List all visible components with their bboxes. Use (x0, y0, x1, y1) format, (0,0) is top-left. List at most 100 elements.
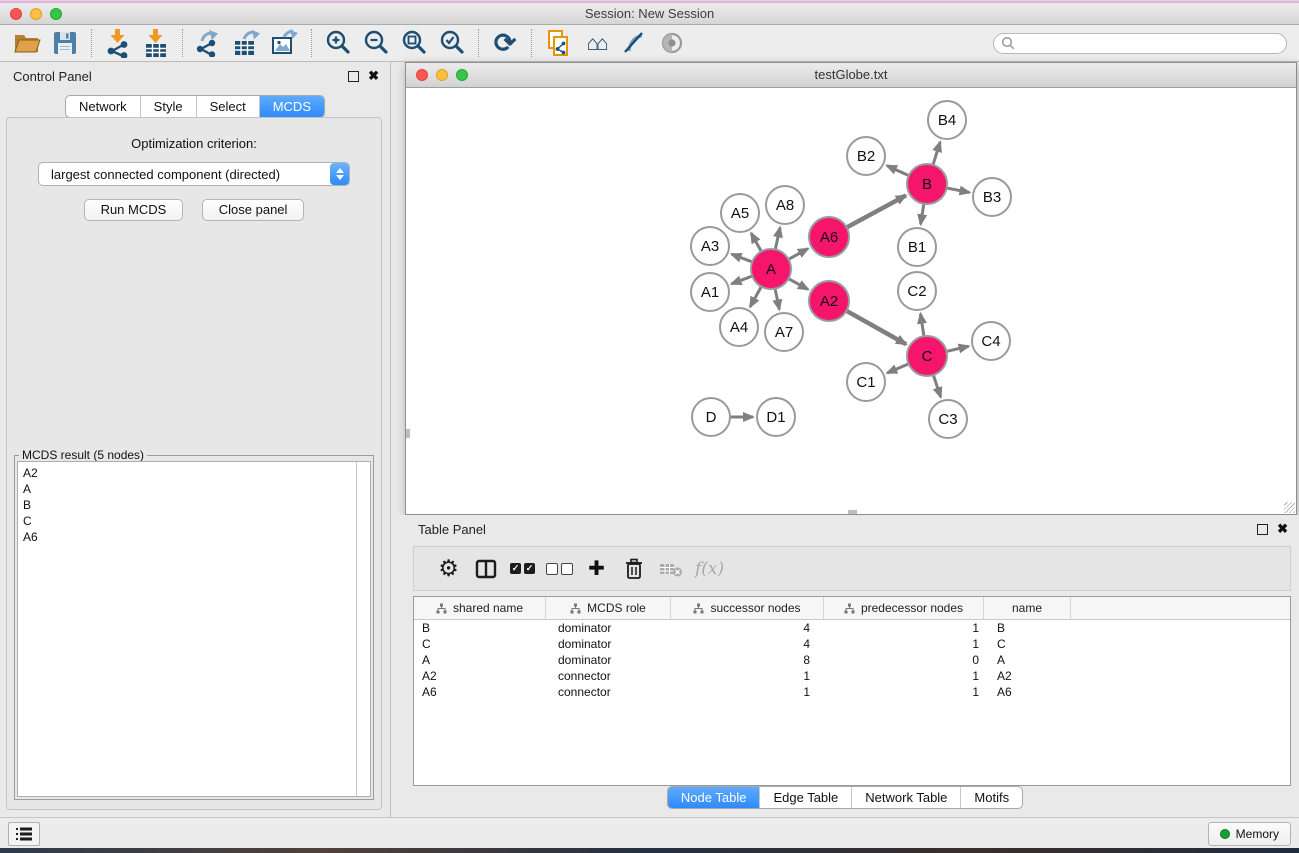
table-cell[interactable]: dominator (546, 652, 671, 668)
graph-node-B4[interactable]: B4 (928, 101, 966, 139)
graph-edge-A-A4[interactable] (750, 287, 761, 307)
graph-node-B1[interactable]: B1 (898, 228, 936, 266)
table-row[interactable]: Adominator80A (414, 652, 1290, 668)
table-cell[interactable]: A6 (414, 684, 546, 700)
graph-edge-A6-B[interactable] (847, 195, 906, 227)
graph-node-C4[interactable]: C4 (972, 322, 1010, 360)
export-network-button[interactable] (190, 26, 228, 60)
close-panel-icon[interactable]: ✖ (368, 68, 379, 84)
graph-node-B2[interactable]: B2 (847, 137, 885, 175)
zoom-selected-button[interactable] (433, 26, 471, 60)
graph-edge-C-C2[interactable] (920, 314, 923, 337)
graph-node-A1[interactable]: A1 (691, 273, 729, 311)
select-all-button[interactable]: ✓✓ (504, 563, 541, 574)
network-canvas[interactable]: AA1A2A3A4A5A6A7A8BB1B2B3B4CC1C2C3C4DD1 (406, 88, 1296, 514)
zoom-out-button[interactable] (357, 26, 395, 60)
table-cell[interactable]: dominator (546, 636, 671, 652)
mcds-result-item[interactable]: A6 (23, 529, 351, 545)
table-cell[interactable]: 0 (824, 652, 984, 668)
table-cell[interactable]: 1 (671, 668, 824, 684)
control-tab-select[interactable]: Select (196, 96, 259, 117)
graph-node-C2[interactable]: C2 (898, 272, 936, 310)
minimize-window-icon[interactable] (30, 8, 42, 20)
graph-node-A6[interactable]: A6 (809, 217, 849, 257)
column-header-MCDS-role[interactable]: MCDS role (546, 597, 671, 619)
table-cell[interactable]: 1 (671, 684, 824, 700)
add-row-button[interactable]: ✚ (578, 559, 615, 579)
graph-edge-B-B4[interactable] (933, 142, 940, 165)
column-header-predecessor-nodes[interactable]: predecessor nodes (824, 597, 984, 619)
table-cell[interactable]: dominator (546, 620, 671, 636)
table-row[interactable]: Bdominator41B (414, 620, 1290, 636)
close-window-icon[interactable] (10, 8, 22, 20)
function-builder-button[interactable]: f(x) (695, 559, 724, 579)
new-network-from-selection-button[interactable] (539, 26, 577, 60)
graph-node-A5[interactable]: A5 (721, 194, 759, 232)
control-tab-style[interactable]: Style (140, 96, 196, 117)
table-cell[interactable]: B (414, 620, 546, 636)
export-image-button[interactable] (266, 26, 304, 60)
graph-node-C1[interactable]: C1 (847, 363, 885, 401)
search-box[interactable] (993, 33, 1287, 54)
graph-edge-A-A2[interactable] (789, 279, 808, 290)
show-column-panel-button[interactable] (467, 559, 504, 579)
mcds-result-item[interactable]: B (23, 497, 351, 513)
float-panel-icon[interactable] (1257, 524, 1268, 535)
resize-grip-icon[interactable] (1284, 502, 1295, 513)
titlebar[interactable]: Session: New Session (0, 3, 1299, 25)
table-cell[interactable]: C (414, 636, 546, 652)
network-graph[interactable]: AA1A2A3A4A5A6A7A8BB1B2B3B4CC1C2C3C4DD1 (406, 88, 1296, 514)
graph-edge-A-A6[interactable] (789, 249, 808, 260)
graph-edge-C-C3[interactable] (933, 375, 940, 397)
maximize-window-icon[interactable] (50, 8, 62, 20)
close-panel-icon[interactable]: ✖ (1277, 521, 1288, 537)
graph-node-D1[interactable]: D1 (757, 398, 795, 436)
graph-node-B3[interactable]: B3 (973, 178, 1011, 216)
graph-edge-A2-C[interactable] (846, 311, 906, 344)
table-cell[interactable]: connector (546, 668, 671, 684)
import-network-button[interactable] (99, 26, 137, 60)
graph-node-B[interactable]: B (907, 164, 947, 204)
table-cell[interactable]: 8 (671, 652, 824, 668)
graph-node-A8[interactable]: A8 (766, 186, 804, 224)
table-cell[interactable]: 1 (824, 668, 984, 684)
export-table-button[interactable] (228, 26, 266, 60)
graph-node-C3[interactable]: C3 (929, 400, 967, 438)
table-cell[interactable]: A (984, 652, 1071, 668)
control-tab-mcds[interactable]: MCDS (259, 96, 324, 117)
column-header-shared-name[interactable]: shared name (414, 597, 546, 619)
graph-edge-B-B1[interactable] (921, 204, 924, 225)
optimization-criterion-dropdown[interactable]: largest connected component (directed) (38, 162, 350, 186)
float-panel-icon[interactable] (348, 71, 359, 82)
close-network-icon[interactable] (416, 69, 428, 81)
graph-edge-A-A5[interactable] (751, 233, 761, 251)
deselect-all-button[interactable] (541, 563, 578, 575)
table-tab-node-table[interactable]: Node Table (668, 787, 760, 808)
zoom-fit-button[interactable] (395, 26, 433, 60)
mcds-result-item[interactable]: C (23, 513, 351, 529)
graph-node-A2[interactable]: A2 (809, 281, 849, 321)
graph-node-A4[interactable]: A4 (720, 308, 758, 346)
table-cell[interactable]: 1 (824, 636, 984, 652)
graph-edge-C-C1[interactable] (887, 364, 908, 373)
table-cell[interactable]: 4 (671, 636, 824, 652)
network-window-titlebar[interactable]: testGlobe.txt (406, 63, 1296, 88)
run-mcds-button[interactable]: Run MCDS (84, 199, 184, 221)
graph-edge-A-A3[interactable] (732, 254, 753, 262)
graph-node-A7[interactable]: A7 (765, 313, 803, 351)
hide-graphics-details-button[interactable] (615, 26, 653, 60)
graph-node-A3[interactable]: A3 (691, 227, 729, 265)
table-cell[interactable]: A (414, 652, 546, 668)
table-cell[interactable]: A6 (984, 684, 1071, 700)
cybrowser-home-button[interactable]: ⌂⌂ (577, 26, 615, 60)
graph-edge-B-B3[interactable] (947, 188, 970, 193)
table-cell[interactable]: C (984, 636, 1071, 652)
column-header-successor-nodes[interactable]: successor nodes (671, 597, 824, 619)
network-view-window[interactable]: testGlobe.txt AA1A2A3A4A5A6A7A8BB1B2B3B4… (405, 62, 1297, 515)
table-cell[interactable]: connector (546, 684, 671, 700)
save-session-button[interactable] (46, 26, 84, 60)
mcds-result-item[interactable]: A (23, 481, 351, 497)
graph-edge-B-B2[interactable] (887, 166, 909, 176)
import-table-button[interactable] (137, 26, 175, 60)
table-row[interactable]: A2connector11A2 (414, 668, 1290, 684)
